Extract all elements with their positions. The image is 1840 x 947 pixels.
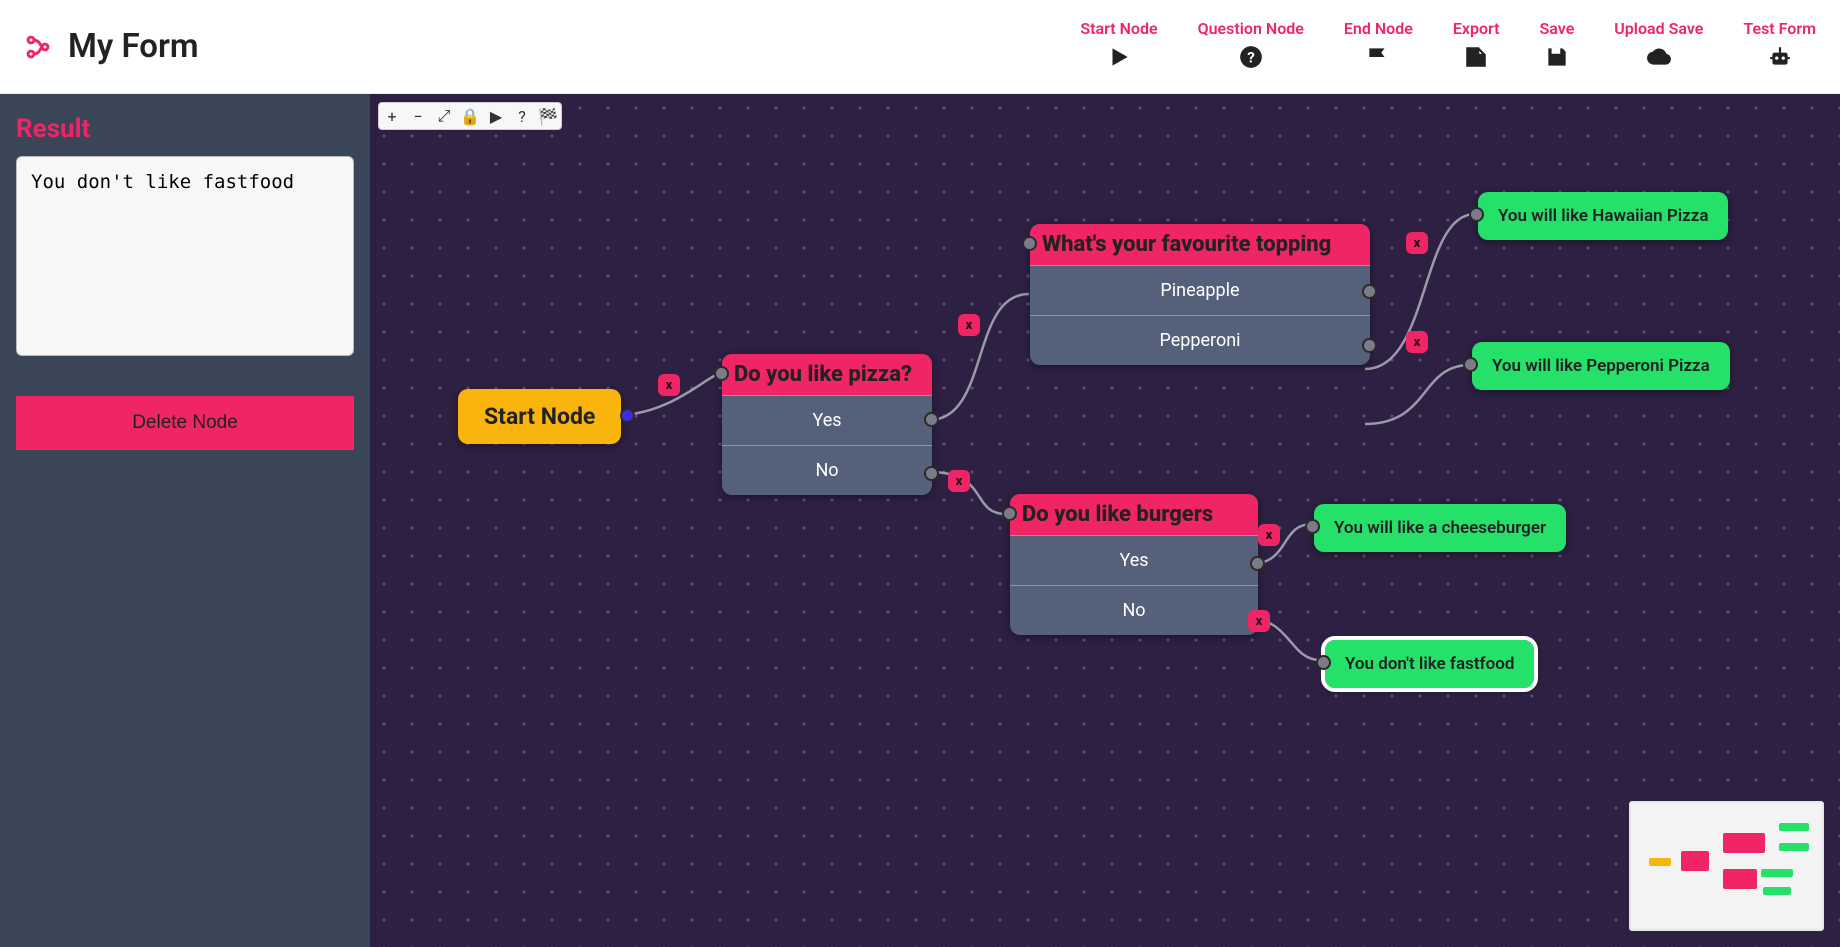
lock-button[interactable]: 🔒 [457,103,483,129]
delete-connection-button[interactable]: x [1406,232,1428,254]
minimap-q3 [1723,869,1757,889]
question-icon: ? [1238,44,1264,74]
action-save[interactable]: Save [1540,19,1575,74]
port-out-topping-pepperoni[interactable] [1362,338,1377,353]
port-in-pizza[interactable] [714,366,729,381]
play-icon [1106,44,1132,74]
delete-connection-button[interactable]: x [948,470,970,492]
port-out-pizza-no[interactable] [924,466,939,481]
header: My Form Start Node Question Node ? End N… [0,0,1840,94]
action-label: End Node [1344,19,1413,38]
question-option-pepperoni[interactable]: Pepperoni [1030,315,1370,365]
result-textarea[interactable] [16,156,354,356]
end-node-pepperoni[interactable]: You will like Pepperoni Pizza [1472,342,1730,390]
header-actions: Start Node Question Node ? End Node Expo… [1080,19,1816,74]
action-label: Test Form [1743,19,1816,38]
question-title: Do you like pizza? [722,354,932,395]
branch-icon [24,33,52,61]
action-question-node[interactable]: Question Node ? [1198,19,1304,74]
delete-connection-button[interactable]: x [1406,331,1428,353]
zoom-in-button[interactable]: + [379,103,405,129]
port-out-topping-pineapple[interactable] [1362,284,1377,299]
minimap-e1 [1779,823,1809,831]
action-export[interactable]: Export [1453,19,1500,74]
action-label: Upload Save [1614,19,1703,38]
action-label: Save [1540,19,1575,38]
end-node-label: You will like Hawaiian Pizza [1498,206,1708,226]
end-node-label: You don't like fastfood [1345,654,1514,674]
form-title: My Form [68,27,199,66]
port-in-end-cheese[interactable] [1305,519,1320,534]
port-in-end-nofast[interactable] [1316,655,1331,670]
help-button[interactable]: ? [509,103,535,129]
question-option-pineapple[interactable]: Pineapple [1030,265,1370,315]
main: Result Delete Node + − ⤢ 🔒 ▶ ? 🏁 Start [0,94,1840,947]
port-in-topping[interactable] [1022,236,1037,251]
robot-icon [1767,44,1793,74]
question-option-no[interactable]: No [722,445,932,495]
fit-button[interactable]: ⤢ [431,103,457,129]
finish-button[interactable]: 🏁 [535,103,561,129]
save-icon [1544,44,1570,74]
start-node-label: Start Node [484,403,595,430]
action-label: Export [1453,19,1500,38]
minimap-q1 [1681,851,1709,871]
port-out-pizza-yes[interactable] [924,412,939,427]
action-label: Start Node [1080,19,1157,38]
action-upload-save[interactable]: Upload Save [1614,19,1703,74]
minimap[interactable] [1629,801,1824,931]
cloud-up-icon [1646,44,1672,74]
question-node-pizza[interactable]: Do you like pizza? Yes No [722,354,932,495]
question-option-yes[interactable]: Yes [722,395,932,445]
minimap-e2 [1779,843,1809,851]
minimap-q2 [1723,833,1765,853]
canvas-toolbar: + − ⤢ 🔒 ▶ ? 🏁 [378,102,562,130]
delete-connection-button[interactable]: x [658,374,680,396]
question-option-yes[interactable]: Yes [1010,535,1258,585]
canvas[interactable]: + − ⤢ 🔒 ▶ ? 🏁 Start Node Do you like piz… [370,94,1840,947]
end-node-label: You will like Pepperoni Pizza [1492,356,1710,376]
end-node-hawaiian[interactable]: You will like Hawaiian Pizza [1478,192,1728,240]
action-test-form[interactable]: Test Form [1743,19,1816,74]
end-node-cheeseburger[interactable]: You will like a cheeseburger [1314,504,1566,552]
start-node[interactable]: Start Node [458,389,621,444]
action-label: Question Node [1198,19,1304,38]
delete-connection-button[interactable]: x [1248,610,1270,632]
sidebar: Result Delete Node [0,94,370,947]
minimap-start [1649,858,1671,866]
end-node-nofastfood[interactable]: You don't like fastfood [1325,640,1534,688]
question-title: What's your favourite topping [1030,224,1370,265]
svg-text:?: ? [1247,48,1255,66]
question-option-no[interactable]: No [1010,585,1258,635]
port-out-start[interactable] [620,408,635,423]
port-in-end-pepperoni [1463,357,1478,372]
play-button[interactable]: ▶ [483,103,509,129]
minimap-e3 [1761,869,1793,877]
end-node-label: You will like a cheeseburger [1334,518,1546,538]
minimap-e4 [1763,887,1791,895]
zoom-out-button[interactable]: − [405,103,431,129]
question-title: Do you like burgers [1010,494,1258,535]
question-node-burgers[interactable]: Do you like burgers Yes No [1010,494,1258,635]
port-in-end-hawaiian[interactable] [1469,207,1484,222]
flag-icon [1365,44,1391,74]
delete-connection-button[interactable]: x [1258,524,1280,546]
delete-connection-button[interactable]: x [958,314,980,336]
result-heading: Result [16,114,354,144]
question-node-topping[interactable]: What's your favourite topping Pineapple … [1030,224,1370,365]
action-start-node[interactable]: Start Node [1080,19,1157,74]
delete-node-button[interactable]: Delete Node [16,396,354,450]
export-icon [1463,44,1489,74]
port-in-burgers[interactable] [1002,506,1017,521]
action-end-node[interactable]: End Node [1344,19,1413,74]
port-out-burgers-yes[interactable] [1250,556,1265,571]
brand: My Form [24,27,199,66]
